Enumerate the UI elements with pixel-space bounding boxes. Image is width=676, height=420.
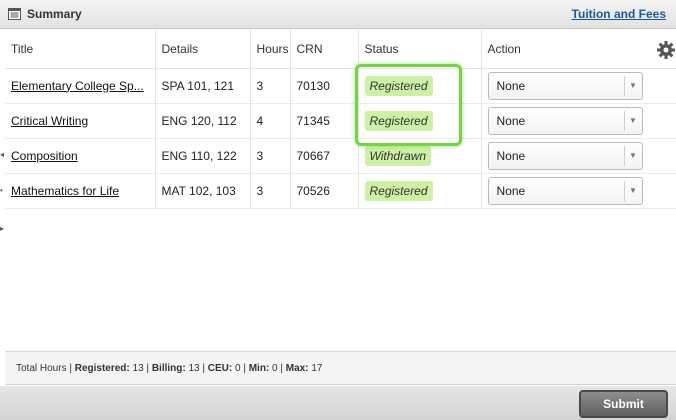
ceu-label: CEU: (207, 363, 233, 374)
status-badge: Registered (364, 180, 433, 201)
course-action-cell: None ▼ (481, 173, 676, 209)
action-select-value: None (496, 78, 526, 93)
gear-icon[interactable] (656, 40, 676, 60)
action-select[interactable]: None ▼ (487, 141, 643, 170)
registered-label: Registered: (74, 363, 130, 374)
course-crn-cell: 70130 (290, 68, 359, 104)
course-title-cell: Composition (5, 138, 156, 174)
expand-arrow-icon[interactable]: ▸ (0, 225, 4, 233)
table-row: Mathematics for Life MAT 102, 103 3 7052… (5, 173, 676, 209)
course-title-link[interactable]: Critical Writing (11, 114, 88, 128)
table-row: Composition ENG 110, 122 3 70667 Withdra… (5, 138, 676, 174)
max-label: Max: (285, 363, 309, 374)
submit-button[interactable]: Submit (579, 390, 668, 418)
column-header-action-label[interactable]: Action (488, 42, 521, 56)
course-status-cell: Registered (358, 173, 482, 209)
column-header-action: Action (481, 30, 676, 69)
course-details-cell: MAT 102, 103 (155, 173, 251, 209)
course-title-cell: Critical Writing (5, 103, 156, 139)
panel-header: Summary Tuition and Fees (0, 0, 676, 29)
status-badge: Withdrawn (364, 145, 432, 166)
course-details-cell: ENG 110, 122 (155, 138, 251, 174)
course-title-cell: Elementary College Sp... (5, 68, 156, 104)
table-header-row: Title Details Hours CRN Status Action (5, 30, 676, 69)
table-row: Critical Writing ENG 120, 112 4 71345 Re… (5, 103, 676, 139)
action-select-value: None (496, 148, 526, 163)
billing-value: 13 (188, 363, 200, 374)
course-crn-cell: 70526 (290, 173, 359, 209)
course-details-cell: SPA 101, 121 (155, 68, 251, 104)
course-hours-cell: 3 (250, 138, 291, 174)
column-header-title[interactable]: Title (5, 30, 156, 69)
course-hours-cell: 3 (250, 173, 291, 209)
column-header-crn[interactable]: CRN (290, 30, 359, 69)
course-hours-cell: 3 (250, 68, 291, 104)
course-hours-cell: 4 (250, 103, 291, 139)
action-select[interactable]: None ▼ (487, 106, 643, 135)
column-header-hours[interactable]: Hours (250, 30, 291, 69)
dropdown-arrow-icon[interactable]: ▼ (623, 180, 642, 201)
action-select-value: None (496, 113, 526, 128)
course-status-cell: Registered (358, 68, 482, 104)
course-action-cell: None ▼ (481, 138, 676, 174)
course-title-link[interactable]: Mathematics for Life (11, 184, 119, 198)
course-details-cell: ENG 120, 112 (155, 103, 251, 139)
summary-list-icon (8, 8, 21, 20)
table-row: Elementary College Sp... SPA 101, 121 3 … (5, 68, 676, 104)
schedule-table: Title Details Hours CRN Status Action El… (5, 30, 676, 209)
course-status-cell: Withdrawn (358, 138, 482, 174)
min-label: Min: (248, 363, 270, 374)
min-value: 0 (272, 363, 278, 374)
status-badge: Registered (364, 75, 433, 96)
tuition-and-fees-link[interactable]: Tuition and Fees (572, 7, 666, 21)
action-bar (0, 386, 676, 420)
collapse-arrow-icon[interactable]: ◂ (0, 151, 4, 159)
action-select[interactable]: None ▼ (487, 176, 643, 205)
course-crn-cell: 70667 (290, 138, 359, 174)
column-header-status[interactable]: Status (358, 30, 482, 69)
course-title-link[interactable]: Elementary College Sp... (11, 79, 144, 93)
schedule-table-container: Title Details Hours CRN Status Action El… (5, 30, 676, 350)
dropdown-arrow-icon[interactable]: ▼ (623, 75, 642, 96)
course-action-cell: None ▼ (481, 103, 676, 139)
registered-value: 13 (132, 363, 144, 374)
dropdown-arrow-icon[interactable]: ▼ (623, 145, 642, 166)
course-title-cell: Mathematics for Life (5, 173, 156, 209)
billing-label: Billing: (151, 363, 186, 374)
action-select[interactable]: None ▼ (487, 71, 643, 100)
bullet-icon: • (0, 186, 3, 195)
total-hours-bar: Total Hours | Registered: 13 | Billing: … (5, 351, 676, 385)
max-value: 17 (311, 363, 323, 374)
total-hours-label: Total Hours (16, 363, 67, 374)
dropdown-arrow-icon[interactable]: ▼ (623, 110, 642, 131)
course-status-cell: Registered (358, 103, 482, 139)
summary-panel: Summary Tuition and Fees ◂ • ▸ Title Det… (0, 0, 676, 420)
ceu-value: 0 (235, 363, 241, 374)
action-select-value: None (496, 183, 526, 198)
panel-title: Summary (27, 7, 82, 21)
course-crn-cell: 71345 (290, 103, 359, 139)
course-action-cell: None ▼ (481, 68, 676, 104)
status-badge: Registered (364, 110, 433, 131)
course-title-link[interactable]: Composition (11, 149, 78, 163)
column-header-details[interactable]: Details (155, 30, 251, 69)
